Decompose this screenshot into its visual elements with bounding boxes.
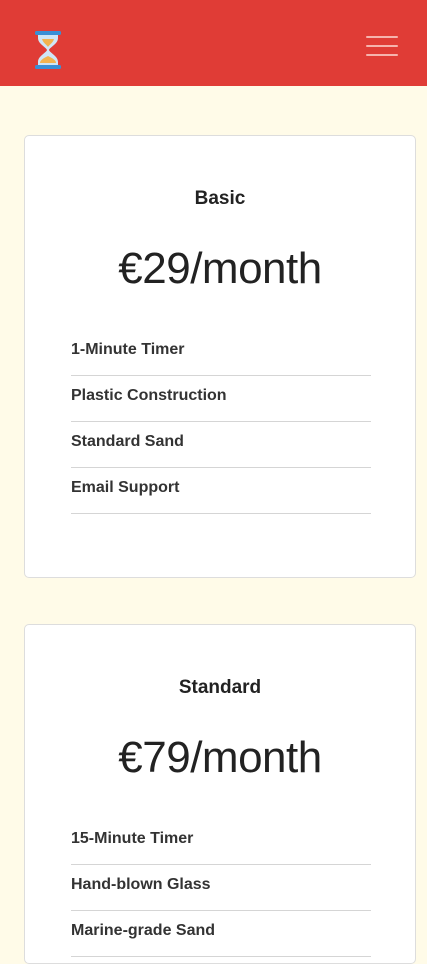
feature-item: Plastic Construction — [71, 376, 371, 422]
hourglass-icon[interactable] — [34, 30, 62, 70]
navbar — [0, 0, 427, 86]
plan-price: €79/month — [118, 733, 322, 782]
feature-item: 1-Minute Timer — [71, 330, 371, 376]
feature-item: 15-Minute Timer — [71, 819, 371, 865]
menu-bar — [366, 36, 398, 38]
feature-list: 15-Minute Timer Hand-blown Glass Marine-… — [71, 819, 371, 957]
plan-name: Standard — [178, 677, 262, 698]
menu-bar — [366, 45, 398, 47]
plan-price: €29/month — [118, 244, 322, 293]
feature-list: 1-Minute Timer Plastic Construction Stan… — [71, 330, 371, 514]
hamburger-menu-icon[interactable] — [366, 34, 398, 58]
feature-item: Hand-blown Glass — [71, 865, 371, 911]
pricing-card-basic: Basic €29/month 1-Minute Timer Plastic C… — [24, 135, 416, 578]
plan-name: Basic — [194, 188, 246, 209]
pricing-card-standard: Standard €79/month 15-Minute Timer Hand-… — [24, 624, 416, 964]
menu-bar — [366, 54, 398, 56]
feature-item: Standard Sand — [71, 422, 371, 468]
feature-item: Marine-grade Sand — [71, 911, 371, 957]
feature-item: Email Support — [71, 468, 371, 514]
